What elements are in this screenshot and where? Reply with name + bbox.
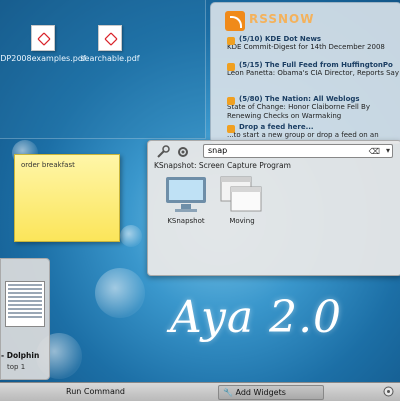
windows-icon [220,176,262,212]
feed-header: (5/80) The Nation: All Weblogs [239,95,360,103]
result-moving[interactable]: Moving [214,175,270,229]
aya-brand-text: Aya 2.0 [170,292,343,343]
search-query: snap [208,146,228,155]
pdf-file-icon [98,25,122,51]
cashew-icon[interactable] [383,386,394,397]
file-item[interactable]: searchable.pdf [65,25,155,64]
widgets-icon: 🔧 [223,388,233,397]
result-label: KSnapshot [167,217,205,225]
note-text[interactable]: order breakfast [21,161,113,169]
feed-header: (5/15) The Full Feed from HuffingtonPo [239,61,393,69]
window-title: - Dolphin [1,351,40,360]
brand-accent: NOW [278,12,315,26]
bokeh-bubble [95,268,145,318]
tools-icon[interactable] [156,145,170,159]
feed-icon [227,37,235,45]
chevron-down-icon[interactable]: ▾ [386,145,390,157]
krunner-search-input[interactable]: snap ⌫ ▾ [203,144,393,158]
feed-text[interactable]: KDE Commit-Digest for 14th December 2008 [227,43,399,52]
result-ksnapshot[interactable]: KSnapshot [158,175,214,229]
run-command-button[interactable]: Run Command [62,385,221,398]
feed-text: ...to start a new group or drop a feed o… [227,131,379,139]
clear-icon[interactable]: ⌫ [369,146,380,158]
feed-text[interactable]: Leon Panetta: Obama's CIA Director, Repo… [227,69,399,78]
add-widgets-button[interactable]: 🔧 Add Widgets [218,385,324,400]
feed-header: (5/10) KDE Dot News [239,35,322,43]
feed-header: Drop a feed here... [239,123,314,131]
rss-icon [225,11,245,31]
krunner-dialog: snap ⌫ ▾ KSnapshot: Screen Capture Progr… [147,140,400,276]
taskbar: Run Command 🔧 Add Widgets [0,382,400,401]
rss-brand: RSSNOW [249,12,314,26]
window-thumbnail [5,281,45,327]
gear-icon[interactable] [176,145,190,159]
feed-icon [227,63,235,71]
feed-item[interactable]: (5/10) KDE Dot News KDE Commit-Digest fo… [227,35,399,52]
file-label: searchable.pdf [80,54,140,63]
folder-icon [227,125,235,133]
feed-item[interactable]: (5/80) The Nation: All Weblogs State of … [227,95,399,121]
dolphin-window-preview[interactable]: - Dolphin top 1 [0,258,50,380]
feed-icon [227,97,235,105]
window-desktop: top 1 [7,363,26,371]
sticky-note[interactable]: order breakfast [14,154,120,242]
pdf-file-icon [31,25,55,51]
feed-drop-zone[interactable]: Drop a feed here... ...to start a new gr… [227,123,399,140]
add-widgets-label: Add Widgets [235,388,286,397]
ksnapshot-icon [166,177,206,212]
result-label: Moving [229,217,255,225]
feed-item[interactable]: (5/15) The Full Feed from HuffingtonPo L… [227,61,399,78]
folder-view: DP2008examples.pdf searchable.pdf [0,0,206,139]
rss-now-widget[interactable]: RSSNOW (5/10) KDE Dot News KDE Commit-Di… [210,2,400,144]
brand-main: RSS [249,12,278,26]
result-description: KSnapshot: Screen Capture Program [154,161,291,170]
run-command-label: Run Command [66,387,125,396]
bokeh-bubble [120,225,142,247]
feed-text[interactable]: State of Change: Honor Claiborne Fell By… [227,103,399,121]
